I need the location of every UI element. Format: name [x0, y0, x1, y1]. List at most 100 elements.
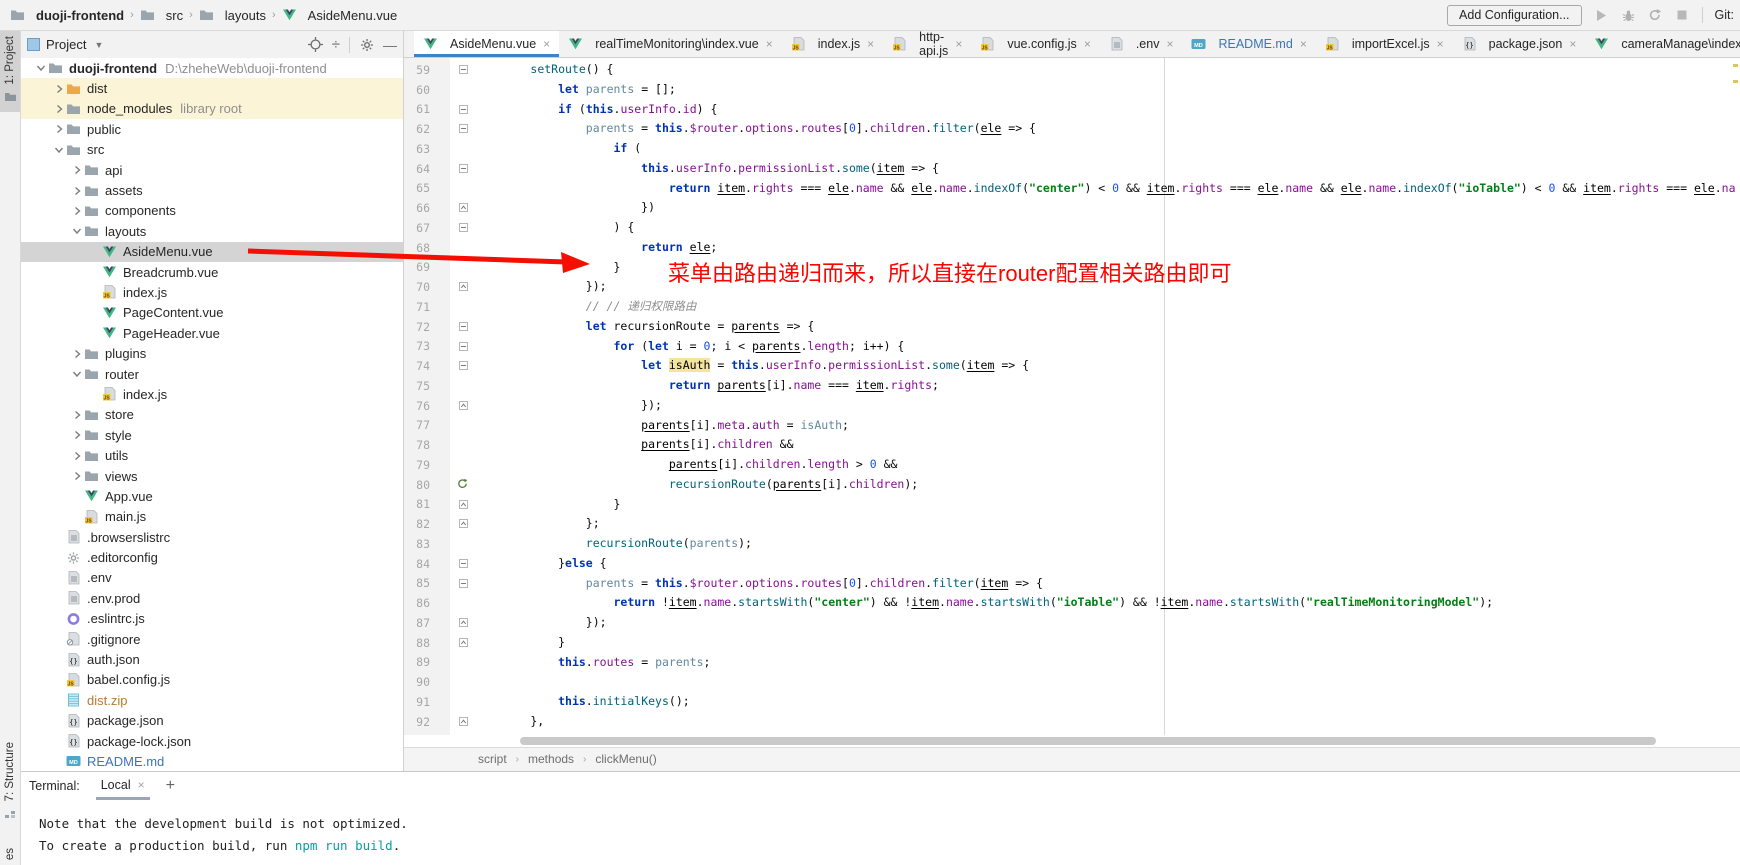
line-number[interactable]: 65 [404, 181, 430, 195]
chevron-down-icon[interactable] [69, 225, 84, 237]
tree-item-.editorconfig[interactable]: .editorconfig [21, 547, 403, 567]
tree-item-views[interactable]: views [21, 466, 403, 486]
code-line[interactable]: 91 this.initialKeys(); [404, 692, 1740, 712]
code-line[interactable]: 85 parents = this.$router.options.routes… [404, 574, 1740, 594]
hide-panel-icon[interactable]: — [383, 37, 397, 53]
line-number[interactable]: 81 [404, 497, 430, 511]
line-number[interactable]: 71 [404, 300, 430, 314]
line-number[interactable]: 67 [404, 221, 430, 235]
chevron-right-icon[interactable] [51, 103, 66, 115]
editor-breadcrumb-item[interactable]: script [478, 752, 507, 766]
chevron-right-icon[interactable] [69, 348, 84, 360]
fold-end-icon[interactable] [459, 613, 468, 633]
rerun-icon[interactable] [1648, 8, 1663, 23]
tab-http-api.js[interactable]: JShttp-api.js× [883, 31, 971, 57]
code-line[interactable]: 92 }, [404, 712, 1740, 732]
tree-item-layouts[interactable]: layouts [21, 221, 403, 241]
tree-item-App.vue[interactable]: App.vue [21, 486, 403, 506]
editor-breadcrumb-item[interactable]: clickMenu() [595, 752, 656, 766]
chevron-down-icon[interactable] [33, 62, 48, 74]
gear-icon[interactable] [359, 37, 374, 52]
line-number[interactable]: 63 [404, 142, 430, 156]
error-stripe-mark[interactable] [1733, 64, 1738, 67]
tree-item-main.js[interactable]: JSmain.js [21, 507, 403, 527]
tree-item-.gitignore[interactable]: .gitignore [21, 629, 403, 649]
debug-icon[interactable] [1621, 8, 1636, 23]
fold-collapse-icon[interactable] [459, 60, 468, 80]
line-number[interactable]: 76 [404, 399, 430, 413]
close-icon[interactable]: × [955, 37, 962, 51]
fold-end-icon[interactable] [459, 712, 468, 732]
code-line[interactable]: 89 this.routes = parents; [404, 653, 1740, 673]
close-icon[interactable]: × [1300, 37, 1307, 51]
tree-item-AsideMenu.vue[interactable]: AsideMenu.vue [21, 242, 403, 262]
tool-button-project[interactable]: 1: Project [0, 31, 20, 112]
add-configuration-button[interactable]: Add Configuration... [1447, 5, 1582, 26]
close-icon[interactable]: × [1569, 37, 1576, 51]
fold-collapse-icon[interactable] [459, 100, 468, 120]
tool-button-structure[interactable]: 7: Structure [0, 737, 20, 828]
chevron-down-icon[interactable] [69, 368, 84, 380]
line-number[interactable]: 91 [404, 695, 430, 709]
fold-collapse-icon[interactable] [459, 119, 468, 139]
line-number[interactable]: 92 [404, 715, 430, 729]
tree-item-PageHeader.vue[interactable]: PageHeader.vue [21, 323, 403, 343]
tree-item-.eslintrc.js[interactable]: .eslintrc.js [21, 609, 403, 629]
tree-item-PageContent.vue[interactable]: PageContent.vue [21, 303, 403, 323]
line-number[interactable]: 85 [404, 576, 430, 590]
tree-item-index.js[interactable]: JSindex.js [21, 384, 403, 404]
git-label[interactable]: Git: [1715, 8, 1736, 22]
code-line[interactable]: 90 [404, 672, 1740, 692]
line-number[interactable]: 90 [404, 675, 430, 689]
line-number[interactable]: 64 [404, 162, 430, 176]
code-line[interactable]: 76 }); [404, 396, 1740, 416]
tab-README.md[interactable]: MDREADME.md× [1182, 31, 1315, 57]
code-line[interactable]: 87 }); [404, 613, 1740, 633]
line-number[interactable]: 88 [404, 636, 430, 650]
code-editor[interactable]: 59 setRoute() {60 let parents = [];61 if… [404, 58, 1740, 735]
code-line[interactable]: 64 this.userInfo.permissionList.some(ite… [404, 159, 1740, 179]
line-number[interactable]: 62 [404, 122, 430, 136]
tree-item-assets[interactable]: assets [21, 180, 403, 200]
new-terminal-icon[interactable]: + [166, 777, 175, 795]
close-icon[interactable]: × [766, 37, 773, 51]
line-number[interactable]: 66 [404, 201, 430, 215]
recursive-call-icon[interactable] [457, 475, 468, 495]
tree-item-.browserslistrc[interactable]: .browserslistrc [21, 527, 403, 547]
terminal-tab-local[interactable]: Local × [96, 772, 150, 800]
code-line[interactable]: 82 }; [404, 514, 1740, 534]
fold-collapse-icon[interactable] [459, 159, 468, 179]
locate-file-icon[interactable] [308, 37, 323, 52]
code-line[interactable]: 66 }) [404, 198, 1740, 218]
code-line[interactable]: 72 let recursionRoute = parents => { [404, 317, 1740, 337]
line-number[interactable]: 60 [404, 83, 430, 97]
code-line[interactable]: 68 return ele; [404, 238, 1740, 258]
tree-item-.env.prod[interactable]: .env.prod [21, 588, 403, 608]
line-number[interactable]: 80 [404, 478, 430, 492]
fold-end-icon[interactable] [459, 495, 468, 515]
line-number[interactable]: 74 [404, 359, 430, 373]
chevron-right-icon[interactable] [51, 123, 66, 135]
chevron-right-icon[interactable] [69, 205, 84, 217]
line-number[interactable]: 78 [404, 438, 430, 452]
tree-item-dist.zip[interactable]: dist.zip [21, 690, 403, 710]
code-line[interactable]: 84 }else { [404, 554, 1740, 574]
fold-collapse-icon[interactable] [459, 337, 468, 357]
tree-item-components[interactable]: components [21, 201, 403, 221]
tree-item-babel.config.js[interactable]: JSbabel.config.js [21, 670, 403, 690]
breadcrumb-item[interactable]: layouts [199, 8, 266, 23]
chevron-right-icon[interactable] [51, 83, 66, 95]
tree-item-style[interactable]: style [21, 425, 403, 445]
line-number[interactable]: 83 [404, 537, 430, 551]
tree-item-Breadcrumb.vue[interactable]: Breadcrumb.vue [21, 262, 403, 282]
code-line[interactable]: 61 if (this.userInfo.id) { [404, 100, 1740, 120]
code-line[interactable]: 88 } [404, 633, 1740, 653]
tree-item-package.json[interactable]: {}package.json [21, 711, 403, 731]
tree-item-index.js[interactable]: JSindex.js [21, 282, 403, 302]
close-icon[interactable]: × [543, 37, 550, 51]
close-icon[interactable]: × [867, 37, 874, 51]
error-stripe-mark[interactable] [1733, 80, 1738, 83]
tree-item-duoji-frontend[interactable]: duoji-frontendD:\zheheWeb\duoji-frontend [21, 58, 403, 78]
terminal-output[interactable]: Note that the development build is not o… [21, 800, 1740, 857]
tab-.env[interactable]: .env× [1100, 31, 1183, 57]
